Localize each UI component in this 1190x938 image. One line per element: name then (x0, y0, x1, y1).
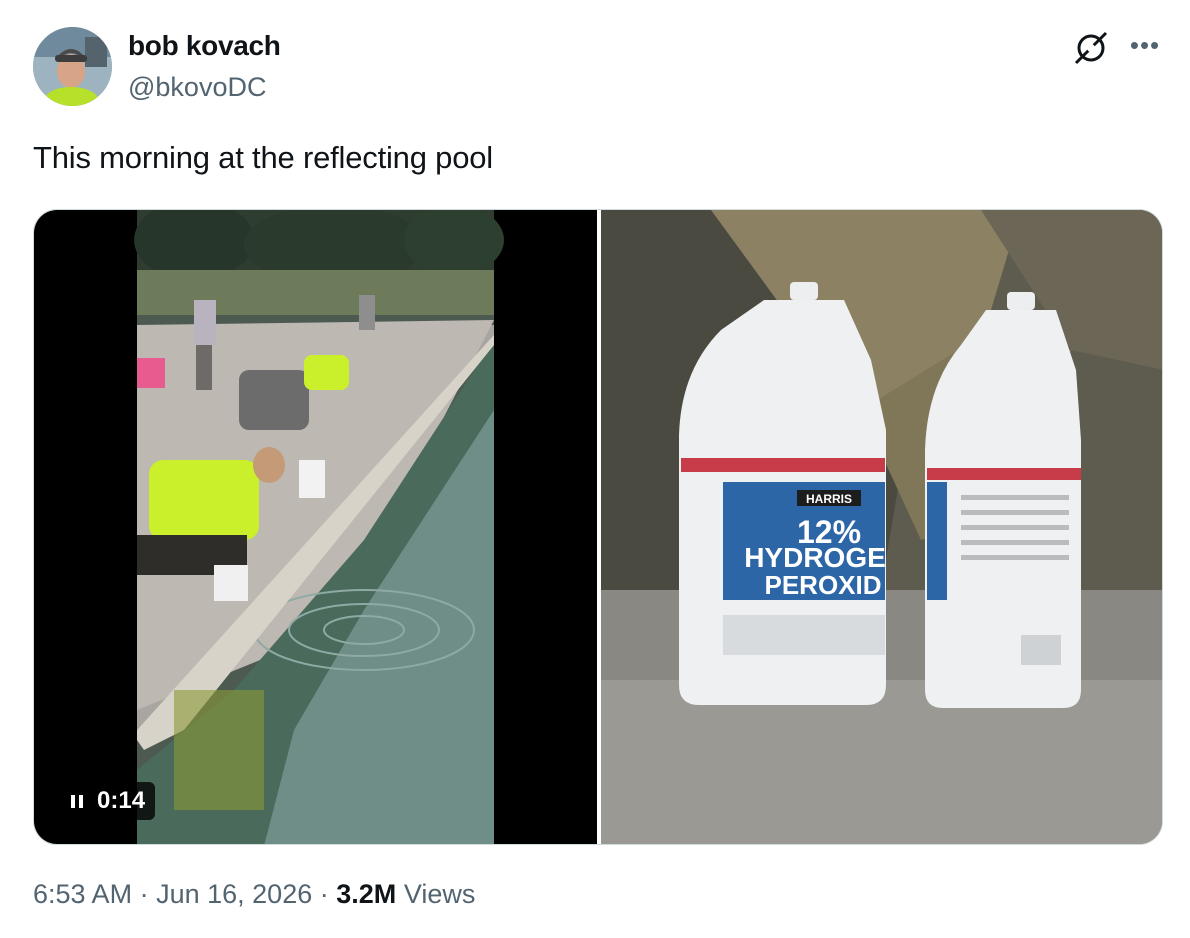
tweet-date[interactable]: Jun 16, 2026 (156, 879, 312, 909)
video-player[interactable]: 0:14 (34, 210, 597, 844)
tweet-text: This morning at the reflecting pool (33, 140, 493, 175)
meta-separator: · (139, 879, 149, 909)
author-name[interactable]: bob kovach (128, 30, 281, 62)
video-duration: 0:14 (97, 787, 146, 814)
more-icon[interactable]: ••• (1127, 30, 1163, 66)
photo-image[interactable]: HARRIS 12% HYDROGE PEROXID (601, 210, 1162, 844)
grok-icon[interactable] (1071, 28, 1111, 68)
avatar[interactable] (33, 27, 112, 106)
video-controls: 0:14 (61, 782, 156, 820)
pause-icon[interactable] (71, 794, 83, 808)
meta-separator: · (319, 879, 329, 909)
media-grid: 0:14 HARRIS 12% HYDROGE PEROXID (33, 209, 1163, 845)
views-count: 3.2M (336, 879, 397, 909)
author-handle[interactable]: @bkovoDC (128, 72, 266, 103)
photo-label-line2: HYDROGE (744, 542, 886, 573)
views-label: Views (403, 879, 476, 909)
tweet-meta: 6:53 AM · Jun 16, 2026 · 3.2M Views (33, 879, 475, 910)
tweet-time[interactable]: 6:53 AM (33, 879, 132, 909)
photo-label-line3: PEROXID (764, 570, 881, 600)
photo-label-brand: HARRIS (806, 492, 852, 506)
